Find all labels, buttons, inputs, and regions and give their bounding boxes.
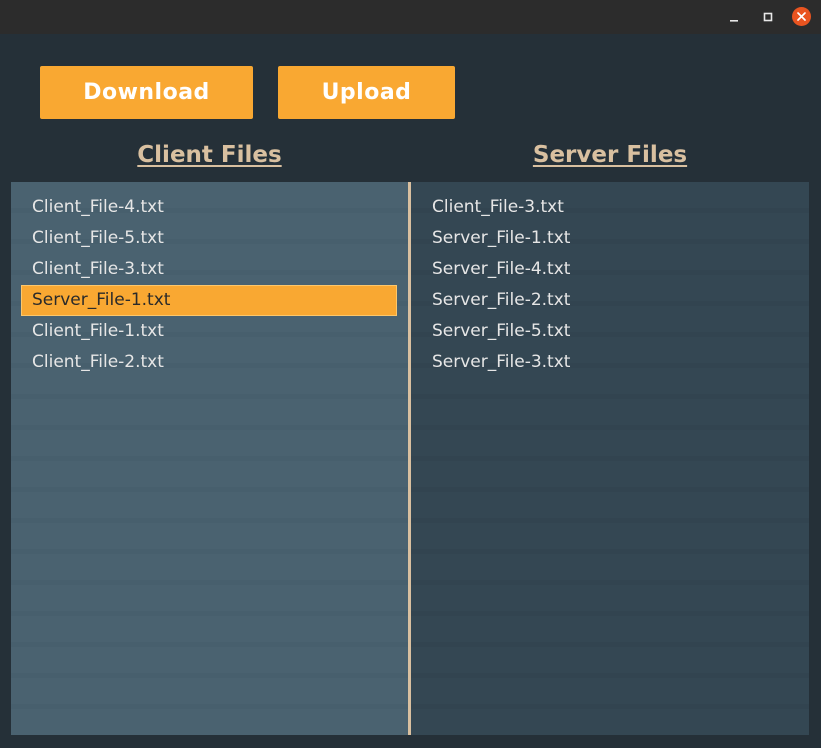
server-files-heading: Server Files [532, 142, 688, 168]
client-file-item[interactable]: Client_File-5.txt [21, 223, 397, 254]
title-bar[interactable] [0, 0, 821, 34]
server-file-item[interactable]: Server_File-1.txt [421, 223, 797, 254]
server-list-items: Client_File-3.txt Server_File-1.txt Server… [421, 192, 797, 378]
close-icon[interactable] [792, 7, 811, 26]
server-file-item[interactable]: Server_File-4.txt [421, 254, 797, 285]
client-list-items: Client_File-4.txt Client_File-5.txt Client… [21, 192, 397, 378]
client-file-item[interactable]: Client_File-3.txt [21, 254, 397, 285]
maximize-icon[interactable] [758, 7, 778, 27]
client-file-item[interactable]: Client_File-2.txt [21, 347, 397, 378]
client-file-item[interactable]: Client_File-1.txt [21, 316, 397, 347]
client-file-item[interactable]: Client_File-4.txt [21, 192, 397, 223]
server-files-list[interactable]: Client_File-3.txt Server_File-1.txt Server… [411, 182, 809, 735]
client-files-heading: Client Files [137, 142, 282, 168]
server-file-item[interactable]: Client_File-3.txt [421, 192, 797, 223]
server-file-item[interactable]: Server_File-3.txt [421, 347, 797, 378]
upload-button[interactable]: Upload [278, 66, 455, 119]
app-window: Download Upload Client Files Server File… [0, 0, 821, 748]
download-button[interactable]: Download [40, 66, 253, 119]
client-file-item[interactable]: Server_File-1.txt [21, 285, 397, 316]
server-file-item[interactable]: Server_File-2.txt [421, 285, 797, 316]
client-files-list[interactable]: Client_File-4.txt Client_File-5.txt Client… [11, 182, 408, 735]
server-file-item[interactable]: Server_File-5.txt [421, 316, 797, 347]
main-content: Download Upload Client Files Server File… [0, 34, 821, 748]
minimize-icon[interactable] [724, 7, 744, 27]
